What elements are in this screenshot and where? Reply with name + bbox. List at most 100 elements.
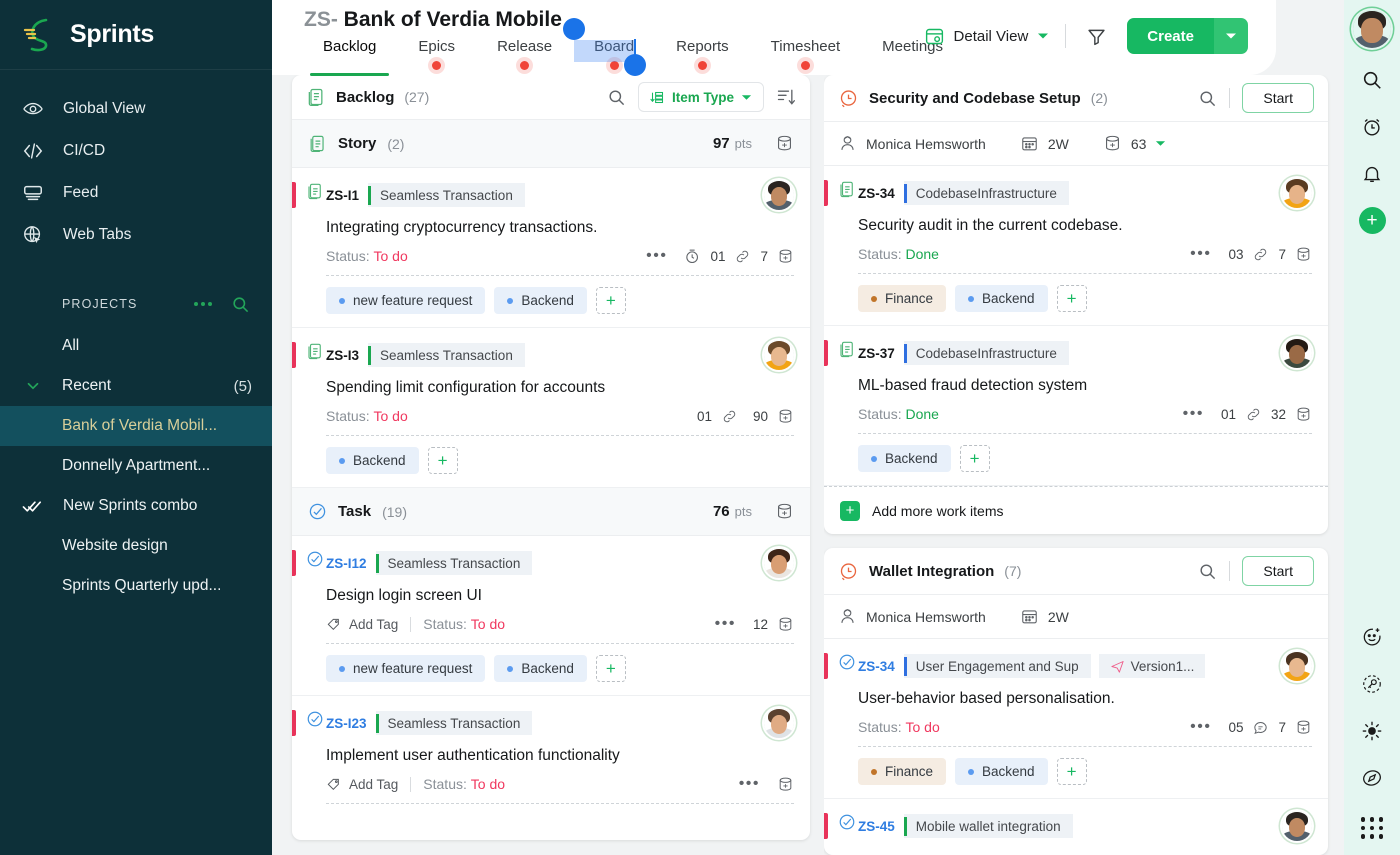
avatar[interactable]	[1353, 10, 1391, 48]
more-options-icon[interactable]: •••	[646, 252, 675, 260]
tab-epics[interactable]: Epics	[397, 38, 476, 74]
sidebar-item-new-sprints-combo[interactable]: New Sprints combo	[0, 486, 272, 526]
smiley-plus-icon[interactable]	[1344, 613, 1400, 660]
epic-chip[interactable]: Seamless Transaction	[376, 551, 533, 575]
group-header-story[interactable]: Story (2) 97 pts	[292, 120, 810, 168]
sidebar-item-bank-of-verdia[interactable]: Bank of Verdia Mobil...	[0, 406, 272, 446]
sidebar-item-all[interactable]: All	[0, 326, 272, 366]
tag[interactable]: new feature request	[326, 655, 485, 682]
avatar[interactable]	[1282, 178, 1312, 208]
search-icon[interactable]	[1198, 562, 1217, 581]
more-options-icon[interactable]: •••	[715, 620, 744, 628]
filter-button[interactable]	[1066, 26, 1127, 47]
sidebar-item-recent[interactable]: Recent (5)	[0, 366, 272, 406]
group-header-task[interactable]: Task (19) 76 pts	[292, 488, 810, 536]
item-key[interactable]: ZS-I23	[326, 716, 367, 731]
search-icon[interactable]	[1198, 89, 1217, 108]
status-value[interactable]: Done	[905, 246, 938, 262]
timer-icon[interactable]	[1344, 103, 1400, 150]
item-title[interactable]: Design login screen UI	[326, 587, 794, 605]
status-value[interactable]: To do	[471, 776, 505, 792]
brightness-icon[interactable]	[1344, 707, 1400, 754]
tab-backlog[interactable]: Backlog	[302, 38, 397, 74]
avatar[interactable]	[1282, 651, 1312, 681]
epic-chip[interactable]: Seamless Transaction	[368, 183, 525, 207]
more-dots-icon[interactable]	[193, 301, 213, 307]
selection-handle-start[interactable]	[563, 18, 585, 40]
item-title[interactable]: Implement user authentication functional…	[326, 747, 794, 765]
avatar[interactable]	[764, 548, 794, 578]
epic-chip[interactable]: CodebaseInfrastructure	[904, 341, 1069, 365]
tag[interactable]: Finance	[858, 285, 946, 312]
add-tag-button[interactable]: +	[428, 447, 458, 474]
epic-chip[interactable]: Mobile wallet integration	[904, 814, 1073, 838]
tab-release[interactable]: Release	[476, 38, 573, 74]
item-key[interactable]: ZS-I12	[326, 556, 367, 571]
search-icon[interactable]	[607, 88, 626, 107]
item-key[interactable]: ZS-I1	[326, 188, 359, 203]
status-value[interactable]: To do	[905, 719, 939, 735]
plus-circle-icon[interactable]: +	[1344, 197, 1400, 244]
search-icon[interactable]	[1344, 56, 1400, 103]
sprint-item-zs-45[interactable]: ZS-45 Mobile wallet integration	[824, 799, 1328, 855]
tag[interactable]: Backend	[858, 445, 951, 472]
more-options-icon[interactable]: •••	[739, 780, 768, 788]
backlog-item-zs-i1[interactable]: ZS-I1 Seamless Transaction Integrating c…	[292, 168, 810, 328]
sidebar-item-cicd[interactable]: CI/CD	[0, 130, 272, 172]
epic-chip[interactable]: User Engagement and Sup	[904, 654, 1091, 678]
tag[interactable]: Backend	[494, 287, 587, 314]
sort-icon[interactable]	[776, 87, 796, 107]
more-options-icon[interactable]: •••	[1190, 723, 1219, 731]
sidebar-item-website-design[interactable]: Website design	[0, 526, 272, 566]
start-sprint-button[interactable]: Start	[1242, 556, 1314, 586]
chevron-down-icon[interactable]	[1155, 138, 1166, 149]
create-button[interactable]: Create	[1127, 18, 1248, 54]
tag[interactable]: new feature request	[326, 287, 485, 314]
app-logo[interactable]: Sprints	[0, 0, 272, 70]
bell-icon[interactable]	[1344, 150, 1400, 197]
status-value[interactable]: To do	[471, 616, 505, 632]
detail-view-dropdown[interactable]: Detail View	[924, 26, 1066, 47]
add-more-work-items-button[interactable]: + Add more work items	[824, 486, 1328, 534]
add-tag-button[interactable]: +	[596, 287, 626, 314]
backlog-item-zs-i12[interactable]: ZS-I12 Seamless Transaction Design login…	[292, 536, 810, 696]
avatar[interactable]	[1282, 338, 1312, 368]
add-tag-button[interactable]: +	[1057, 758, 1087, 785]
epic-chip[interactable]: CodebaseInfrastructure	[904, 181, 1069, 205]
more-options-icon[interactable]: •••	[1183, 410, 1212, 418]
sidebar-item-sprints-quarterly[interactable]: Sprints Quarterly upd...	[0, 566, 272, 606]
sidebar-item-feed[interactable]: Feed	[0, 172, 272, 214]
tag[interactable]: Backend	[494, 655, 587, 682]
epic-chip[interactable]: Seamless Transaction	[376, 711, 533, 735]
item-title[interactable]: Integrating cryptocurrency transactions.	[326, 219, 794, 237]
tab-reports[interactable]: Reports	[655, 38, 750, 74]
version-chip[interactable]: Version1...	[1099, 654, 1206, 678]
key-circle-icon[interactable]	[1344, 660, 1400, 707]
epic-chip[interactable]: Seamless Transaction	[368, 343, 525, 367]
sprint-item-zs-37[interactable]: ZS-37 CodebaseInfrastructure ML-based fr…	[824, 326, 1328, 486]
tag[interactable]: Backend	[955, 285, 1048, 312]
add-tag-button[interactable]: +	[1057, 285, 1087, 312]
backlog-item-zs-i23[interactable]: ZS-I23 Seamless Transaction Implement us…	[292, 696, 810, 804]
status-value[interactable]: Done	[905, 406, 938, 422]
item-title[interactable]: User-behavior based personalisation.	[858, 690, 1312, 708]
tab-timesheet[interactable]: Timesheet	[750, 38, 861, 74]
tag[interactable]: Backend	[955, 758, 1048, 785]
start-sprint-button[interactable]: Start	[1242, 83, 1314, 113]
sprint-points[interactable]: 63	[1103, 134, 1167, 153]
apps-grid-icon[interactable]	[1344, 801, 1400, 855]
item-key[interactable]: ZS-I3	[326, 348, 359, 363]
tag[interactable]: Finance	[858, 758, 946, 785]
item-key[interactable]: ZS-37	[858, 346, 895, 361]
sprint-owner[interactable]: Monica Hemsworth	[838, 607, 986, 626]
sprint-owner[interactable]: Monica Hemsworth	[838, 134, 986, 153]
item-key[interactable]: ZS-45	[858, 819, 895, 834]
tag[interactable]: Backend	[326, 447, 419, 474]
avatar[interactable]	[764, 340, 794, 370]
item-type-dropdown[interactable]: Item Type	[638, 82, 764, 112]
selection-handle-end[interactable]	[624, 54, 646, 76]
sprint-duration[interactable]: 2W	[1020, 134, 1069, 153]
sprint-item-wallet-zs-34[interactable]: ZS-34 User Engagement and Sup Version1..…	[824, 639, 1328, 799]
avatar[interactable]	[1282, 811, 1312, 841]
create-dropdown-caret[interactable]	[1214, 18, 1248, 54]
